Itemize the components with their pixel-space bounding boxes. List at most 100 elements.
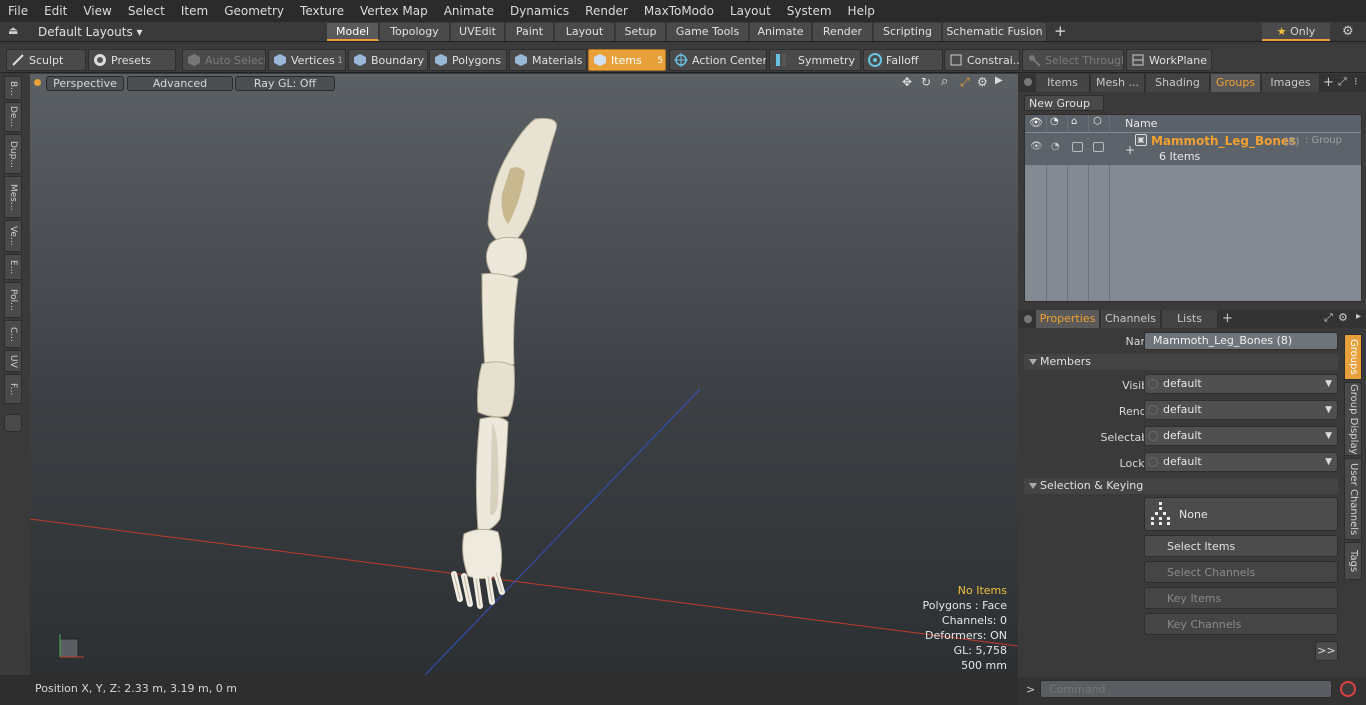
menu-geometry[interactable]: Geometry bbox=[216, 4, 292, 18]
side-tab-user-channels[interactable]: User Channels bbox=[1344, 458, 1362, 540]
locked-dropdown[interactable]: default ▼ bbox=[1144, 452, 1338, 472]
select-icon[interactable]: ⬡ bbox=[1093, 116, 1102, 127]
rotate-view-icon[interactable]: ↻ bbox=[921, 75, 931, 89]
properties-menu-icon[interactable]: ▸ bbox=[1356, 311, 1361, 322]
render-dropdown[interactable]: default ▼ bbox=[1144, 400, 1338, 420]
panel-options-icon[interactable] bbox=[1024, 78, 1032, 86]
key-items-button[interactable]: Key Items bbox=[1144, 587, 1338, 609]
properties-options-icon[interactable] bbox=[1024, 315, 1032, 323]
select-items-button[interactable]: Select Items bbox=[1144, 535, 1338, 557]
tab-items[interactable]: Items bbox=[1036, 74, 1090, 92]
left-tab-mesh[interactable]: Mes... bbox=[4, 176, 22, 218]
zoom-view-icon[interactable]: ⌕ bbox=[941, 74, 948, 89]
none-preset-button[interactable]: None bbox=[1144, 497, 1338, 531]
polygons-button[interactable]: Polygons bbox=[429, 49, 507, 71]
menu-file[interactable]: File bbox=[0, 4, 36, 18]
tab-images[interactable]: Images bbox=[1262, 74, 1320, 92]
vertices-button[interactable]: Vertices 1 bbox=[268, 49, 346, 71]
menu-animate[interactable]: Animate bbox=[436, 4, 502, 18]
tab-setup[interactable]: Setup bbox=[616, 23, 666, 41]
row-visibility-icon[interactable]: 👁 bbox=[1030, 141, 1043, 152]
group-name-field[interactable]: Mammoth_Leg_Bones (8) bbox=[1144, 332, 1338, 350]
panel-menu-icon[interactable]: ⁝ bbox=[1354, 75, 1358, 88]
command-input[interactable] bbox=[1040, 680, 1332, 698]
menu-texture[interactable]: Texture bbox=[292, 4, 352, 18]
add-tab-icon[interactable]: + bbox=[1054, 22, 1067, 40]
expand-plus-icon[interactable]: + bbox=[1125, 143, 1135, 157]
selectable-dropdown[interactable]: default ▼ bbox=[1144, 426, 1338, 446]
add-panel-tab-icon[interactable]: + bbox=[1323, 74, 1334, 92]
left-tab-vertex[interactable]: Ve... bbox=[4, 220, 22, 252]
viewport-expand-icon[interactable]: ▶ bbox=[995, 75, 1003, 86]
viewport-settings-icon[interactable]: ⚙ bbox=[977, 75, 988, 89]
more-button[interactable]: >> bbox=[1315, 641, 1338, 661]
tab-model[interactable]: Model bbox=[327, 23, 379, 41]
layout-toggle-icon[interactable]: ⏏ bbox=[8, 25, 20, 37]
properties-settings-icon[interactable]: ⚙ bbox=[1338, 311, 1348, 324]
menu-item[interactable]: Item bbox=[173, 4, 216, 18]
side-tab-group-display[interactable]: Group Display bbox=[1344, 382, 1362, 456]
boundary-button[interactable]: Boundary bbox=[348, 49, 428, 71]
expand-properties-icon[interactable]: ⤢ bbox=[1324, 311, 1333, 325]
perspective-dropdown[interactable]: Perspective bbox=[46, 76, 124, 91]
constraints-button[interactable]: Constrai... bbox=[944, 49, 1020, 71]
tab-groups[interactable]: Groups bbox=[1211, 74, 1261, 92]
row-select-checkbox[interactable] bbox=[1093, 142, 1104, 152]
expand-panel-icon[interactable]: ⤢ bbox=[1338, 75, 1347, 89]
tab-layout[interactable]: Layout bbox=[555, 23, 615, 41]
move-view-icon[interactable]: ✥ bbox=[902, 75, 912, 89]
left-tab-deform[interactable]: De... bbox=[4, 102, 22, 132]
tab-animate[interactable]: Animate bbox=[750, 23, 812, 41]
tab-uvedit[interactable]: UVEdit bbox=[451, 23, 505, 41]
new-group-button[interactable]: New Group bbox=[1024, 95, 1104, 111]
tab-shading[interactable]: Shading bbox=[1146, 74, 1210, 92]
select-channels-button[interactable]: Select Channels bbox=[1144, 561, 1338, 583]
menu-dynamics[interactable]: Dynamics bbox=[502, 4, 577, 18]
add-properties-tab-icon[interactable]: + bbox=[1222, 310, 1233, 328]
name-column-header[interactable]: Name bbox=[1125, 117, 1157, 130]
fit-view-icon[interactable]: ⤢ bbox=[960, 75, 970, 90]
tab-topology[interactable]: Topology bbox=[380, 23, 450, 41]
visible-dropdown[interactable]: default ▼ bbox=[1144, 374, 1338, 394]
row-render-icon[interactable]: ◔ bbox=[1051, 141, 1060, 152]
left-tab-duplicate[interactable]: Dup... bbox=[4, 134, 22, 174]
tab-properties[interactable]: Properties bbox=[1036, 310, 1100, 328]
left-tab-polygon[interactable]: Pol... bbox=[4, 282, 22, 318]
left-tab-basic[interactable]: B... bbox=[4, 76, 22, 100]
items-button[interactable]: Items 5 bbox=[588, 49, 666, 71]
tab-render[interactable]: Render bbox=[813, 23, 873, 41]
tab-paint[interactable]: Paint bbox=[506, 23, 554, 41]
falloff-button[interactable]: Falloff bbox=[863, 49, 943, 71]
menu-render[interactable]: Render bbox=[577, 4, 636, 18]
eye-icon[interactable]: 👁 bbox=[1029, 116, 1043, 129]
selection-keying-section[interactable]: Selection & Keying bbox=[1024, 478, 1338, 494]
menu-maxtomodo[interactable]: MaxToModo bbox=[636, 4, 722, 18]
symmetry-button[interactable]: Symmetry bbox=[769, 49, 861, 71]
left-tab-uv[interactable]: UV bbox=[4, 350, 22, 372]
render-icon[interactable]: ◔ bbox=[1050, 116, 1059, 127]
left-tab-toggle[interactable] bbox=[4, 414, 22, 432]
menu-view[interactable]: View bbox=[75, 4, 119, 18]
members-section[interactable]: Members bbox=[1024, 354, 1338, 370]
advanced-dropdown[interactable]: Advanced bbox=[127, 76, 233, 91]
action-center-button[interactable]: Action Center bbox=[669, 49, 767, 71]
menu-layout[interactable]: Layout bbox=[722, 4, 779, 18]
materials-button[interactable]: Materials bbox=[509, 49, 587, 71]
3d-viewport[interactable]: Perspective Advanced Ray GL: Off ✥ ↻ ⌕ ⤢… bbox=[30, 74, 1018, 675]
auto-select-button[interactable]: Auto Select bbox=[182, 49, 266, 71]
side-tab-tags[interactable]: Tags bbox=[1344, 542, 1362, 580]
raygl-toggle[interactable]: Ray GL: Off bbox=[235, 76, 335, 91]
only-toggle[interactable]: ★ Only bbox=[1262, 23, 1330, 41]
menu-select[interactable]: Select bbox=[120, 4, 173, 18]
key-channels-button[interactable]: Key Channels bbox=[1144, 613, 1338, 635]
menu-help[interactable]: Help bbox=[840, 4, 883, 18]
tab-mesh[interactable]: Mesh ... bbox=[1091, 74, 1145, 92]
left-tab-curve[interactable]: C... bbox=[4, 320, 22, 348]
left-tab-fusion[interactable]: F... bbox=[4, 374, 22, 404]
side-tab-groups[interactable]: Groups bbox=[1344, 334, 1362, 380]
tab-game-tools[interactable]: Game Tools bbox=[667, 23, 749, 41]
tab-schematic-fusion[interactable]: Schematic Fusion bbox=[943, 23, 1047, 41]
row-lock-checkbox[interactable] bbox=[1072, 142, 1083, 152]
sculpt-button[interactable]: Sculpt bbox=[6, 49, 86, 71]
tab-scripting[interactable]: Scripting bbox=[874, 23, 942, 41]
